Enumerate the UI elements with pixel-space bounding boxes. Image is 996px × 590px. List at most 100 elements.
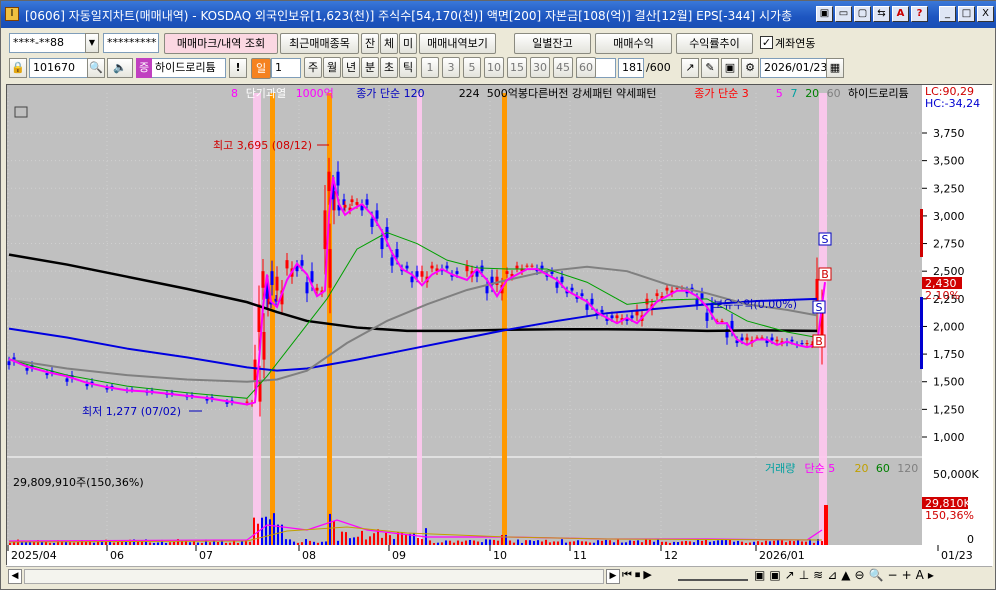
stock-code-input[interactable]: 101670: [29, 58, 89, 78]
candle-body: [631, 315, 634, 318]
period-daily-button[interactable]: 일: [251, 58, 271, 79]
period-button[interactable]: 초: [380, 57, 398, 78]
volume-bar: [353, 537, 355, 545]
account-dropdown-icon[interactable]: ▼: [85, 33, 99, 53]
x-axis-label: 07: [199, 549, 213, 562]
volume-bar: [325, 541, 327, 545]
scroll-track[interactable]: [24, 569, 604, 584]
close-button[interactable]: X: [977, 6, 994, 22]
lock-icon[interactable]: 🔒: [9, 58, 27, 78]
volume-bar: [429, 540, 431, 545]
volume-bar: [797, 540, 799, 545]
period-button[interactable]: 틱: [399, 57, 417, 78]
candle-body: [328, 172, 331, 191]
volume-bar: [257, 524, 259, 545]
candle-body: [86, 384, 89, 386]
password-field[interactable]: *********: [103, 33, 159, 53]
volume-bar: [557, 541, 559, 545]
chart-area[interactable]: 3,750 3,500 3,250 3,000 2,750 2,500 2,250 2,000…: [6, 84, 992, 565]
volume-bar: [541, 542, 543, 545]
x-axis-label: 09: [392, 549, 406, 562]
title-bar[interactable]: I [0606] 자동일지차트(매매내역) - KOSDAQ 외국인보유[1,6…: [1, 1, 996, 28]
volume-bar: [669, 543, 671, 545]
interval-button[interactable]: 5: [463, 57, 481, 78]
volume-bar: [49, 543, 51, 545]
settings-icon[interactable]: ⚙: [741, 58, 759, 78]
volume-bar: [69, 542, 71, 545]
interval-button[interactable]: 15: [507, 57, 527, 78]
candle-body: [741, 338, 744, 341]
chart-scroll-bar[interactable]: ◀ ▶ ⏮⏹▶ ▣▣↗⊥≋⊿▲⊖🔍−+A▸: [6, 566, 992, 586]
daily-balance-button[interactable]: 일별잔고: [514, 33, 591, 54]
legend-item: 8: [231, 87, 238, 100]
link-icon[interactable]: ⇆: [873, 6, 890, 22]
minimize-button[interactable]: _: [939, 6, 956, 22]
volume-bar: [729, 540, 731, 545]
return-trend-button[interactable]: 수익률추이: [676, 33, 753, 54]
recent-trades-button[interactable]: 최근매매종목: [280, 33, 359, 54]
tool-chart-icon[interactable]: ✎: [701, 58, 719, 78]
volume-bar: [169, 542, 171, 545]
date-input[interactable]: 2026/01/23: [760, 58, 828, 78]
volume-bar: [469, 540, 471, 545]
volume-bar: [509, 541, 511, 545]
legend-item: 5: [776, 87, 783, 100]
unexecuted-button[interactable]: 미: [399, 33, 417, 54]
bar-count-input[interactable]: 181: [618, 58, 644, 78]
maximize-button[interactable]: □: [958, 6, 975, 22]
volume-bar: [337, 541, 339, 545]
period-button[interactable]: 년: [342, 57, 360, 78]
alert-button[interactable]: !: [229, 58, 247, 78]
executed-button[interactable]: 체: [380, 33, 398, 54]
volume-bar: [805, 542, 807, 545]
volume-bar: [513, 543, 515, 545]
interval-button[interactable]: 3: [442, 57, 460, 78]
volume-bar: [693, 542, 695, 545]
account-link-checkbox[interactable]: ✓: [760, 36, 773, 49]
scroll-right-icon[interactable]: ▶: [606, 569, 620, 584]
interval-button[interactable]: 45: [553, 57, 573, 78]
sound-icon[interactable]: 🔈: [107, 58, 133, 78]
zoom-slider[interactable]: [678, 571, 748, 581]
volume-bar: [529, 540, 531, 545]
interval-button[interactable]: 60: [576, 57, 596, 78]
font-a-icon[interactable]: A: [892, 6, 909, 22]
playback-controls[interactable]: ⏮⏹▶: [622, 568, 655, 582]
period-button[interactable]: 월: [323, 57, 341, 78]
trade-profit-button[interactable]: 매매수익: [595, 33, 672, 54]
trade-mark-query-button[interactable]: 매매마크/내역 조회: [164, 33, 278, 54]
candle-body: [316, 288, 319, 291]
candle-body: [366, 199, 369, 205]
volume-bar: [581, 541, 583, 545]
price-chart[interactable]: 3,7503,5003,2503,0002,7502,5002,2502,000…: [7, 85, 993, 566]
volume-bar: [277, 525, 279, 545]
volume-bar: [465, 541, 467, 545]
restore-small-icon[interactable]: ▢: [854, 6, 871, 22]
volume-bar: [333, 521, 335, 545]
pin-icon[interactable]: ▣: [816, 6, 833, 22]
volume-bar: [301, 542, 303, 545]
tool-arrow-icon[interactable]: ↗: [681, 58, 699, 78]
search-icon[interactable]: 🔍: [87, 58, 105, 78]
volume-bar: [785, 542, 787, 545]
help-icon[interactable]: ?: [911, 6, 928, 22]
balance-button[interactable]: 잔: [361, 33, 379, 54]
interval-button[interactable]: 30: [530, 57, 550, 78]
volume-bar: [685, 541, 687, 545]
period-button[interactable]: 주: [304, 57, 322, 78]
trade-history-button[interactable]: 매매내역보기: [419, 33, 496, 54]
interval-button[interactable]: 1: [421, 57, 439, 78]
save-icon[interactable]: ▣: [721, 58, 739, 78]
volume-bar: [653, 542, 655, 545]
minimize-small-icon[interactable]: ▭: [835, 6, 852, 22]
calendar-icon[interactable]: ▦: [826, 58, 844, 78]
drawing-tools[interactable]: ▣▣↗⊥≋⊿▲⊖🔍−+A▸: [754, 568, 938, 582]
interval-button[interactable]: 10: [484, 57, 504, 78]
volume-bar-last: [824, 505, 828, 545]
period-button[interactable]: 분: [361, 57, 379, 78]
period-num-select[interactable]: 1: [271, 58, 301, 78]
candle-body: [696, 299, 699, 305]
scroll-left-icon[interactable]: ◀: [8, 569, 22, 584]
volume-bar: [385, 533, 387, 545]
volume-bar: [637, 540, 639, 545]
